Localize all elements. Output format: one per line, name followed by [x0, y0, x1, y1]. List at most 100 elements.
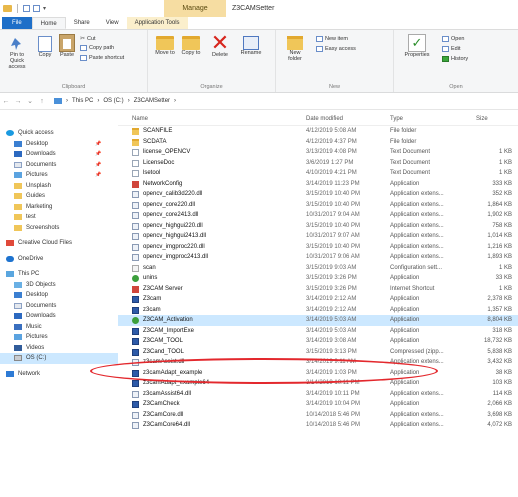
copy-button[interactable]: Copy [36, 36, 54, 58]
breadcrumb-this-pc[interactable]: This PC [72, 98, 93, 104]
file-row[interactable]: Z3CAM_TOOL 3/14/2019 3:08 AM Application 18… [118, 336, 518, 347]
file-row[interactable]: opencv_imgproc2413.dll 10/31/2017 9:06 AM… [118, 252, 518, 263]
nav-creative-cloud-files[interactable]: Creative Cloud Files [0, 238, 118, 249]
nav-network[interactable]: Network [0, 369, 118, 380]
breadcrumb-os-c[interactable]: OS (C:) [103, 98, 123, 104]
nav-pictures[interactable]: Pictures 📌 [0, 170, 118, 181]
nav-marketing[interactable]: Marketing [0, 202, 118, 213]
file-row[interactable]: opencv_core2413.dll 10/31/2017 9:04 AM App… [118, 210, 518, 221]
nav-videos[interactable]: Videos [0, 343, 118, 354]
file-name: z3camAssist64.dll [143, 390, 192, 397]
file-row[interactable]: SCANFILE 4/12/2019 5:08 AM File folder [118, 126, 518, 137]
file-row[interactable]: opencv_highgui2413.dll 10/31/2017 9:07 AM… [118, 231, 518, 242]
back-icon[interactable]: ← [0, 98, 12, 105]
nav-music[interactable]: Music [0, 322, 118, 333]
cut-button[interactable]: ✂ Cut [80, 35, 96, 43]
file-row[interactable]: unins 3/15/2019 3:26 PM Application 33 KB [118, 273, 518, 284]
properties-button[interactable]: ✓ Properties [402, 34, 432, 58]
file-row[interactable]: z3camAdapt_example 3/14/2019 1:03 PM Appli… [118, 368, 518, 379]
tab-view[interactable]: View [98, 17, 127, 29]
nav-onedrive[interactable]: OneDrive [0, 254, 118, 265]
nav-unsplash[interactable]: Unsplash [0, 181, 118, 192]
history-button[interactable]: History [442, 56, 468, 62]
file-row[interactable]: Z3Cand_TOOL 3/15/2019 3:13 PM Compressed (… [118, 347, 518, 358]
file-row[interactable]: opencv_highgui220.dll 3/15/2019 10:40 PM A… [118, 221, 518, 232]
file-type: Application extens... [390, 411, 444, 418]
properties-quick-icon[interactable] [23, 5, 30, 12]
file-row[interactable]: opencv_calib3d220.dll 3/15/2019 10:40 PM A… [118, 189, 518, 200]
nav-documents-pc[interactable]: Documents [0, 301, 118, 312]
file-name: opencv_highgui220.dll [143, 222, 203, 229]
file-row[interactable]: Z3cam 3/14/2019 2:12 AM Application 2,378 K… [118, 294, 518, 305]
file-row[interactable]: Z3CamCheck 3/14/2019 10:04 PM Application 2… [118, 399, 518, 410]
paste-shortcut-button[interactable]: Paste shortcut [80, 55, 124, 61]
nav-downloads[interactable]: Downloads 📌 [0, 149, 118, 160]
file-row[interactable]: z3cam 3/14/2019 2:12 AM Application 1,357 K… [118, 305, 518, 316]
nav-3d-objects[interactable]: 3D Objects [0, 280, 118, 291]
dll-file-icon [132, 212, 139, 219]
file-row[interactable]: NetworkConfig 3/14/2019 11:23 PM Applicati… [118, 179, 518, 190]
open-button[interactable]: Open [442, 36, 464, 42]
pin-to-quick-access-button[interactable]: Pin to Quick access [3, 36, 31, 70]
nav-downloads-pc[interactable]: Downloads [0, 311, 118, 322]
file-row[interactable]: Z3CamCore.dll 10/14/2018 5:46 PM Applicati… [118, 410, 518, 421]
new-folder-quick-icon[interactable] [33, 5, 40, 12]
nav-pictures-pc[interactable]: Pictures [0, 332, 118, 343]
breadcrumb-z3camsetter[interactable]: Z3CAMSetter [134, 98, 170, 104]
chevron-down-icon[interactable]: ▾ [43, 5, 46, 12]
tab-file[interactable]: File [2, 17, 32, 29]
nav-desktop[interactable]: Desktop 📌 [0, 139, 118, 150]
nav-quick-access[interactable]: Quick access [0, 128, 118, 139]
nav-screenshots[interactable]: Screenshots [0, 223, 118, 234]
column-header-date-modified[interactable]: Date modified [306, 116, 343, 122]
copy-path-button[interactable]: Copy path [80, 45, 114, 51]
nav-test[interactable]: test [0, 212, 118, 223]
column-header-name[interactable]: Name [132, 116, 148, 122]
move-to-button[interactable]: Move to [153, 36, 177, 56]
rename-button[interactable]: Rename [238, 36, 264, 56]
file-row[interactable]: z3camAssist.dll 3/14/2019 9:11 AM Applicat… [118, 357, 518, 368]
file-row[interactable]: lsetool 4/10/2019 4:21 PM Text Document 1 K… [118, 168, 518, 179]
easy-access-button[interactable]: Easy access [316, 46, 356, 52]
file-row[interactable]: z3camAdapt_example64 3/14/2019 10:11 PM Ap… [118, 378, 518, 389]
file-row[interactable]: LicenseDoc 3/6/2019 1:27 PM Text Document 1… [118, 158, 518, 169]
file-row[interactable]: opencv_imgproc220.dll 3/15/2019 10:40 PM A… [118, 242, 518, 253]
dll-file-icon [132, 390, 139, 398]
file-row[interactable]: license_OPENCV 3/13/2019 4:08 PM Text Docu… [118, 147, 518, 158]
nav-label: This PC [18, 271, 40, 278]
file-row[interactable]: scan 3/15/2019 9:03 AM Configuration sett.… [118, 263, 518, 274]
file-name: opencv_imgproc220.dll [143, 243, 205, 250]
nav-os-c[interactable]: OS (C:) [0, 353, 118, 364]
music-icon [14, 323, 22, 330]
file-row[interactable]: Z3CAM_ImportExe 3/14/2019 5:03 AM Applicat… [118, 326, 518, 337]
nav-this-pc[interactable]: This PC [0, 269, 118, 280]
column-header-size[interactable]: Size [476, 116, 488, 122]
file-row[interactable]: opencv_core220.dll 3/15/2019 10:40 PM Appl… [118, 200, 518, 211]
edit-button[interactable]: Edit [442, 46, 460, 52]
nav-desktop-pc[interactable]: Desktop [0, 290, 118, 301]
paste-button[interactable]: Paste [58, 34, 76, 58]
dll-file-icon [132, 411, 139, 419]
forward-icon[interactable]: → [12, 98, 24, 105]
tab-home[interactable]: Home [31, 17, 66, 29]
new-item-button[interactable]: New item [316, 36, 348, 42]
copy-to-button[interactable]: Copy to [179, 36, 203, 56]
file-size: 1,216 KB [487, 243, 512, 250]
recent-locations-icon[interactable]: ⌄ [24, 97, 36, 105]
nav-guides[interactable]: Guides [0, 191, 118, 202]
file-row[interactable]: z3camAssist64.dll 3/14/2019 10:11 PM Appli… [118, 389, 518, 400]
application-icon [132, 275, 139, 282]
up-icon[interactable]: ↑ [36, 98, 48, 105]
tab-application-tools[interactable]: Application Tools [126, 17, 188, 29]
delete-button[interactable]: ✕ Delete [208, 32, 232, 59]
nav-documents[interactable]: Documents 📌 [0, 160, 118, 171]
file-row[interactable]: Z3CAM_Activation 3/14/2019 5:03 AM Applica… [118, 315, 518, 326]
new-folder-button[interactable]: New folder [282, 36, 308, 62]
file-row[interactable]: SCDATA 4/12/2019 4:37 PM File folder [118, 137, 518, 148]
nav-label: Documents [26, 302, 57, 309]
tab-share[interactable]: Share [66, 17, 98, 29]
file-row[interactable]: Z3CAM Server 3/15/2019 3:26 PM Internet Sh… [118, 284, 518, 295]
manage-contextual-tab[interactable]: Manage [164, 0, 226, 17]
column-header-type[interactable]: Type [390, 116, 403, 122]
file-row[interactable]: Z3CamCore64.dll 10/14/2018 5:46 PM Applica… [118, 420, 518, 431]
